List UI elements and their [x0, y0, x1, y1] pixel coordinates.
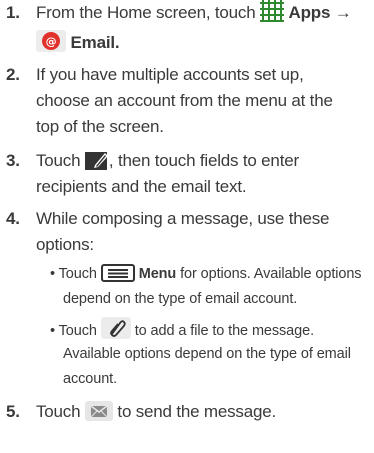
step-text: Touch to send the message. — [36, 399, 276, 429]
send-icon — [84, 401, 113, 429]
menu-label: Menu — [138, 266, 177, 282]
svg-text:@: @ — [46, 35, 57, 48]
step-number: 5. — [6, 402, 20, 421]
step-text: If you have multiple accounts set up, — [36, 65, 304, 84]
step-number: 1. — [6, 3, 20, 22]
email-app-icon: @ — [36, 30, 66, 60]
step-number: 4. — [6, 209, 20, 228]
apps-grid-icon — [260, 0, 284, 30]
arrow: → — [334, 3, 352, 22]
step-text: While composing a message, use these — [36, 209, 330, 228]
apps-label: Apps — [288, 3, 331, 22]
step-number: 2. — [6, 65, 20, 84]
step-text: From the Home screen, touch Apps → — [36, 0, 352, 30]
step-number: 3. — [6, 151, 20, 170]
email-label: Email — [70, 33, 116, 52]
